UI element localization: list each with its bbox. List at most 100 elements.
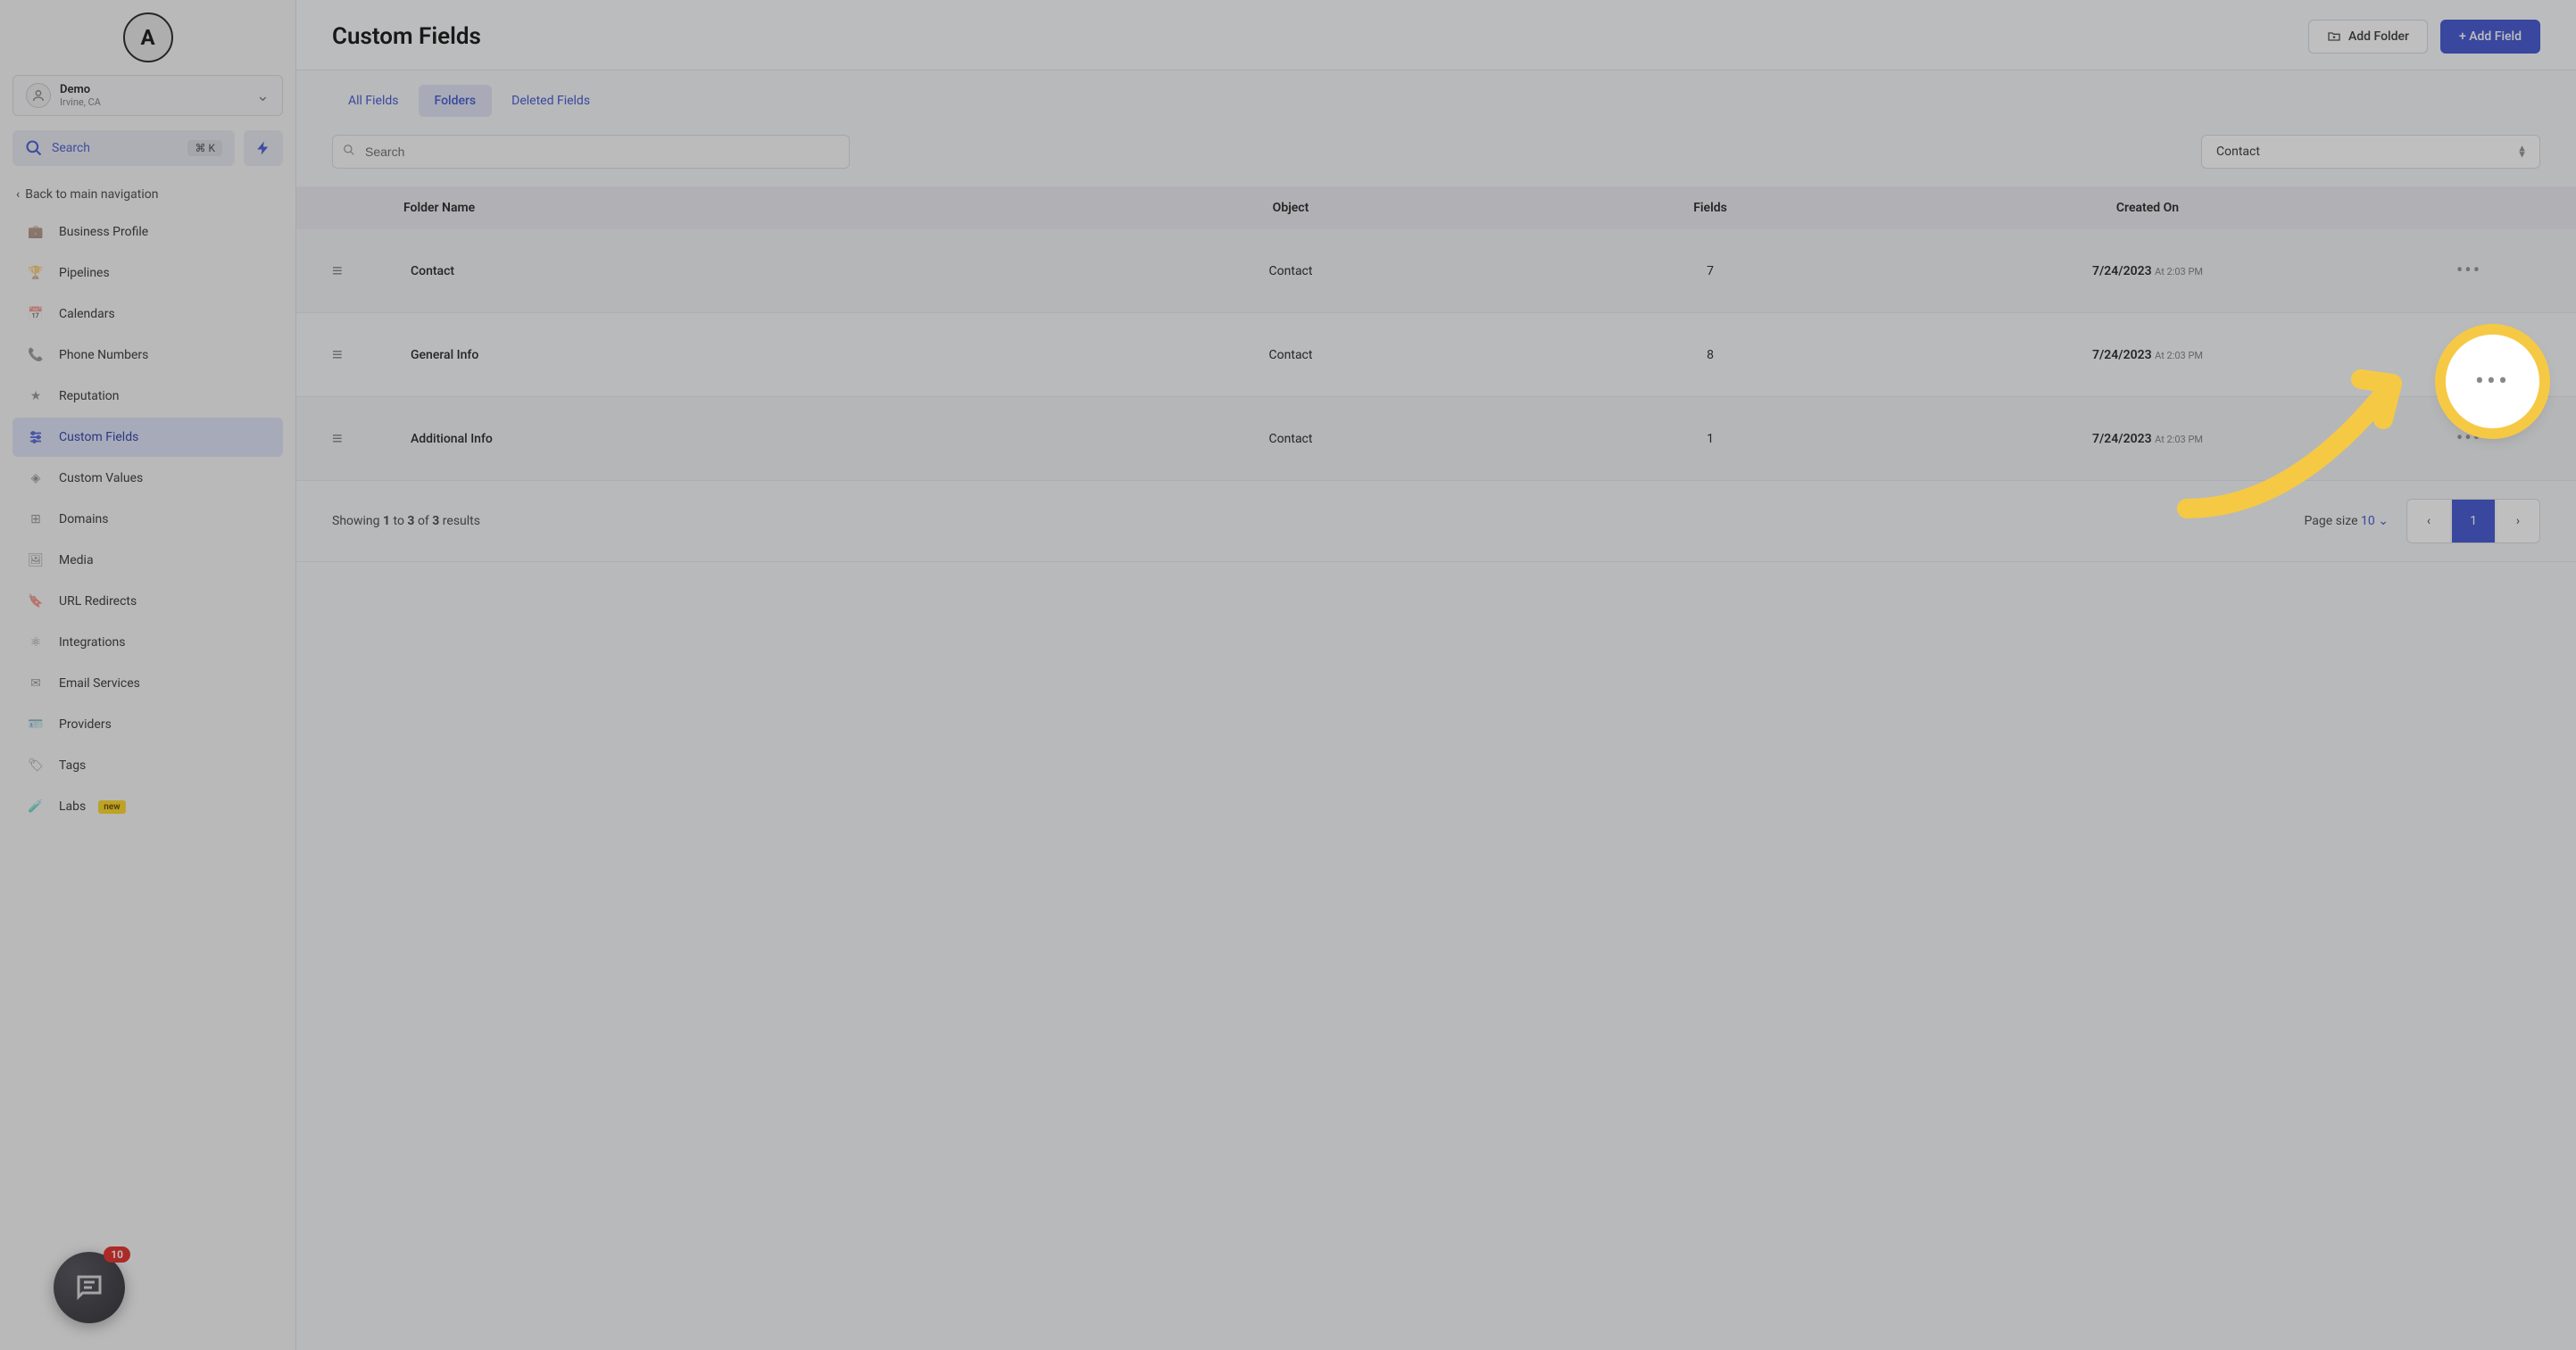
id-card-icon: 🪪 xyxy=(25,714,46,735)
account-name: Demo xyxy=(60,83,247,96)
row-actions-button[interactable]: ••• xyxy=(2456,344,2481,366)
object-select[interactable]: Contact ▲▼ xyxy=(2201,135,2540,169)
pager: ‹ 1 › xyxy=(2406,499,2540,543)
flask-icon: 🧪 xyxy=(25,796,46,817)
col-created-on: Created On xyxy=(1898,186,2397,229)
sidebar-item-label: Phone Numbers xyxy=(59,348,148,362)
sidebar-item-label: Providers xyxy=(59,717,112,732)
sidebar-item-phone-numbers[interactable]: 📞 Phone Numbers xyxy=(12,335,283,375)
add-field-label: + Add Field xyxy=(2459,29,2522,44)
search-row: Search ⌘ K xyxy=(12,130,283,166)
cell-folder-name[interactable]: General Info xyxy=(403,348,1059,362)
sidebar-item-label: Labs xyxy=(59,799,86,814)
cell-fields: 8 xyxy=(1523,348,1898,362)
nav-list: 💼 Business Profile 🏆 Pipelines 📅 Calenda… xyxy=(12,212,283,826)
pager-right: Page size 10 ⌄ ‹ 1 › xyxy=(2305,499,2540,543)
chat-badge: 10 xyxy=(104,1246,130,1263)
page-header: Custom Fields Add Folder + Add Field xyxy=(296,0,2576,70)
tabs: All Fields Folders Deleted Fields xyxy=(296,70,2576,117)
bookmark-icon: 🔖 xyxy=(25,591,46,612)
sidebar-item-url-redirects[interactable]: 🔖 URL Redirects xyxy=(12,582,283,621)
cell-created: 7/24/2023 At 2:03 PM xyxy=(1898,264,2397,278)
col-folder-name: Folder Name xyxy=(403,186,1059,229)
add-folder-button[interactable]: Add Folder xyxy=(2308,20,2428,54)
cell-created: 7/24/2023 At 2:03 PM xyxy=(1898,348,2397,362)
cell-folder-name[interactable]: Additional Info xyxy=(403,432,1059,446)
drag-handle-icon[interactable]: ≡ xyxy=(332,344,343,365)
drag-handle-icon[interactable]: ≡ xyxy=(332,427,343,449)
back-nav[interactable]: ‹ Back to main navigation xyxy=(12,180,283,212)
tab-all-fields[interactable]: All Fields xyxy=(332,85,415,117)
sidebar-item-integrations[interactable]: ⚛ Integrations xyxy=(12,623,283,662)
search-input[interactable] xyxy=(332,135,850,169)
sidebar-item-domains[interactable]: ⊞ Domains xyxy=(12,500,283,539)
sidebar-item-providers[interactable]: 🪪 Providers xyxy=(12,705,283,744)
sidebar: A Demo Irvine, CA ⌄ Search ⌘ K ‹ Back to… xyxy=(0,0,296,1350)
filter-icon: 🏆 xyxy=(25,262,46,284)
cell-folder-name[interactable]: Contact xyxy=(403,264,1059,278)
add-folder-label: Add Folder xyxy=(2348,29,2409,44)
search-icon xyxy=(25,139,43,157)
sidebar-item-labs[interactable]: 🧪 Labs new xyxy=(12,787,283,826)
tab-deleted-fields[interactable]: Deleted Fields xyxy=(495,85,606,117)
search-button[interactable]: Search ⌘ K xyxy=(12,130,235,166)
col-object: Object xyxy=(1059,186,1523,229)
cell-object: Contact xyxy=(1059,264,1523,278)
sidebar-item-label: Calendars xyxy=(59,307,115,321)
folder-plus-icon xyxy=(2327,29,2341,44)
pager-page-1[interactable]: 1 xyxy=(2452,500,2495,542)
sidebar-item-custom-fields[interactable]: Custom Fields xyxy=(12,418,283,457)
bolt-icon xyxy=(255,140,271,156)
chevron-down-icon: ⌄ xyxy=(2375,514,2389,528)
table-row: ≡ General Info Contact 8 7/24/2023 At 2:… xyxy=(296,313,2576,397)
table-row: ≡ Additional Info Contact 1 7/24/2023 At… xyxy=(296,397,2576,481)
cell-object: Contact xyxy=(1059,348,1523,362)
sidebar-item-label: Custom Values xyxy=(59,471,143,485)
sidebar-item-business-profile[interactable]: 💼 Business Profile xyxy=(12,212,283,252)
cell-fields: 1 xyxy=(1523,432,1898,446)
sliders-icon xyxy=(25,427,46,448)
sidebar-item-media[interactable]: 🖼 Media xyxy=(12,541,283,580)
sidebar-item-label: Email Services xyxy=(59,676,140,691)
sidebar-item-custom-values[interactable]: ◈ Custom Values xyxy=(12,459,283,498)
sidebar-item-reputation[interactable]: ★ Reputation xyxy=(12,377,283,416)
sidebar-item-label: URL Redirects xyxy=(59,594,137,609)
tab-folders[interactable]: Folders xyxy=(419,85,493,117)
page-size-selector[interactable]: Page size 10 ⌄ xyxy=(2305,514,2389,528)
phone-icon: 📞 xyxy=(25,344,46,366)
envelope-icon: ✉ xyxy=(25,673,46,694)
table-row: ≡ Contact Contact 7 7/24/2023 At 2:03 PM… xyxy=(296,229,2576,313)
add-field-button[interactable]: + Add Field xyxy=(2440,20,2540,54)
cell-created: 7/24/2023 At 2:03 PM xyxy=(1898,432,2397,446)
user-icon xyxy=(26,83,51,108)
chevron-down-icon: ⌄ xyxy=(256,87,270,105)
diamond-icon: ◈ xyxy=(25,468,46,489)
drag-handle-icon[interactable]: ≡ xyxy=(332,260,343,281)
table-footer: Showing 1 to 3 of 3 results Page size 10… xyxy=(296,481,2576,562)
sidebar-item-calendars[interactable]: 📅 Calendars xyxy=(12,294,283,334)
brand-logo: A xyxy=(123,12,173,62)
tag-icon: 🏷 xyxy=(25,755,46,776)
row-actions-button[interactable]: ••• xyxy=(2456,260,2481,282)
chat-widget[interactable]: 10 xyxy=(54,1252,125,1323)
account-text: Demo Irvine, CA xyxy=(60,83,247,108)
sidebar-item-label: Pipelines xyxy=(59,266,110,280)
sidebar-item-pipelines[interactable]: 🏆 Pipelines xyxy=(12,253,283,293)
search-kbd: ⌘ K xyxy=(187,140,222,156)
pager-next[interactable]: › xyxy=(2497,500,2539,542)
sidebar-item-label: Media xyxy=(59,553,94,567)
pager-prev[interactable]: ‹ xyxy=(2407,500,2450,542)
image-icon: 🖼 xyxy=(25,550,46,571)
sidebar-item-tags[interactable]: 🏷 Tags xyxy=(12,746,283,785)
table-body: ≡ Contact Contact 7 7/24/2023 At 2:03 PM… xyxy=(296,229,2576,481)
account-selector[interactable]: Demo Irvine, CA ⌄ xyxy=(12,75,283,116)
chevrons-updown-icon: ▲▼ xyxy=(2517,145,2527,157)
sidebar-item-label: Business Profile xyxy=(59,225,148,239)
flash-button[interactable] xyxy=(244,130,283,166)
sidebar-item-email-services[interactable]: ✉ Email Services xyxy=(12,664,283,703)
row-actions-button[interactable]: ••• xyxy=(2456,427,2481,450)
folders-table: Folder Name Object Fields Created On ≡ C… xyxy=(296,186,2576,481)
nodes-icon: ⚛ xyxy=(25,632,46,653)
new-badge: new xyxy=(98,800,125,814)
chat-icon xyxy=(73,1271,105,1304)
